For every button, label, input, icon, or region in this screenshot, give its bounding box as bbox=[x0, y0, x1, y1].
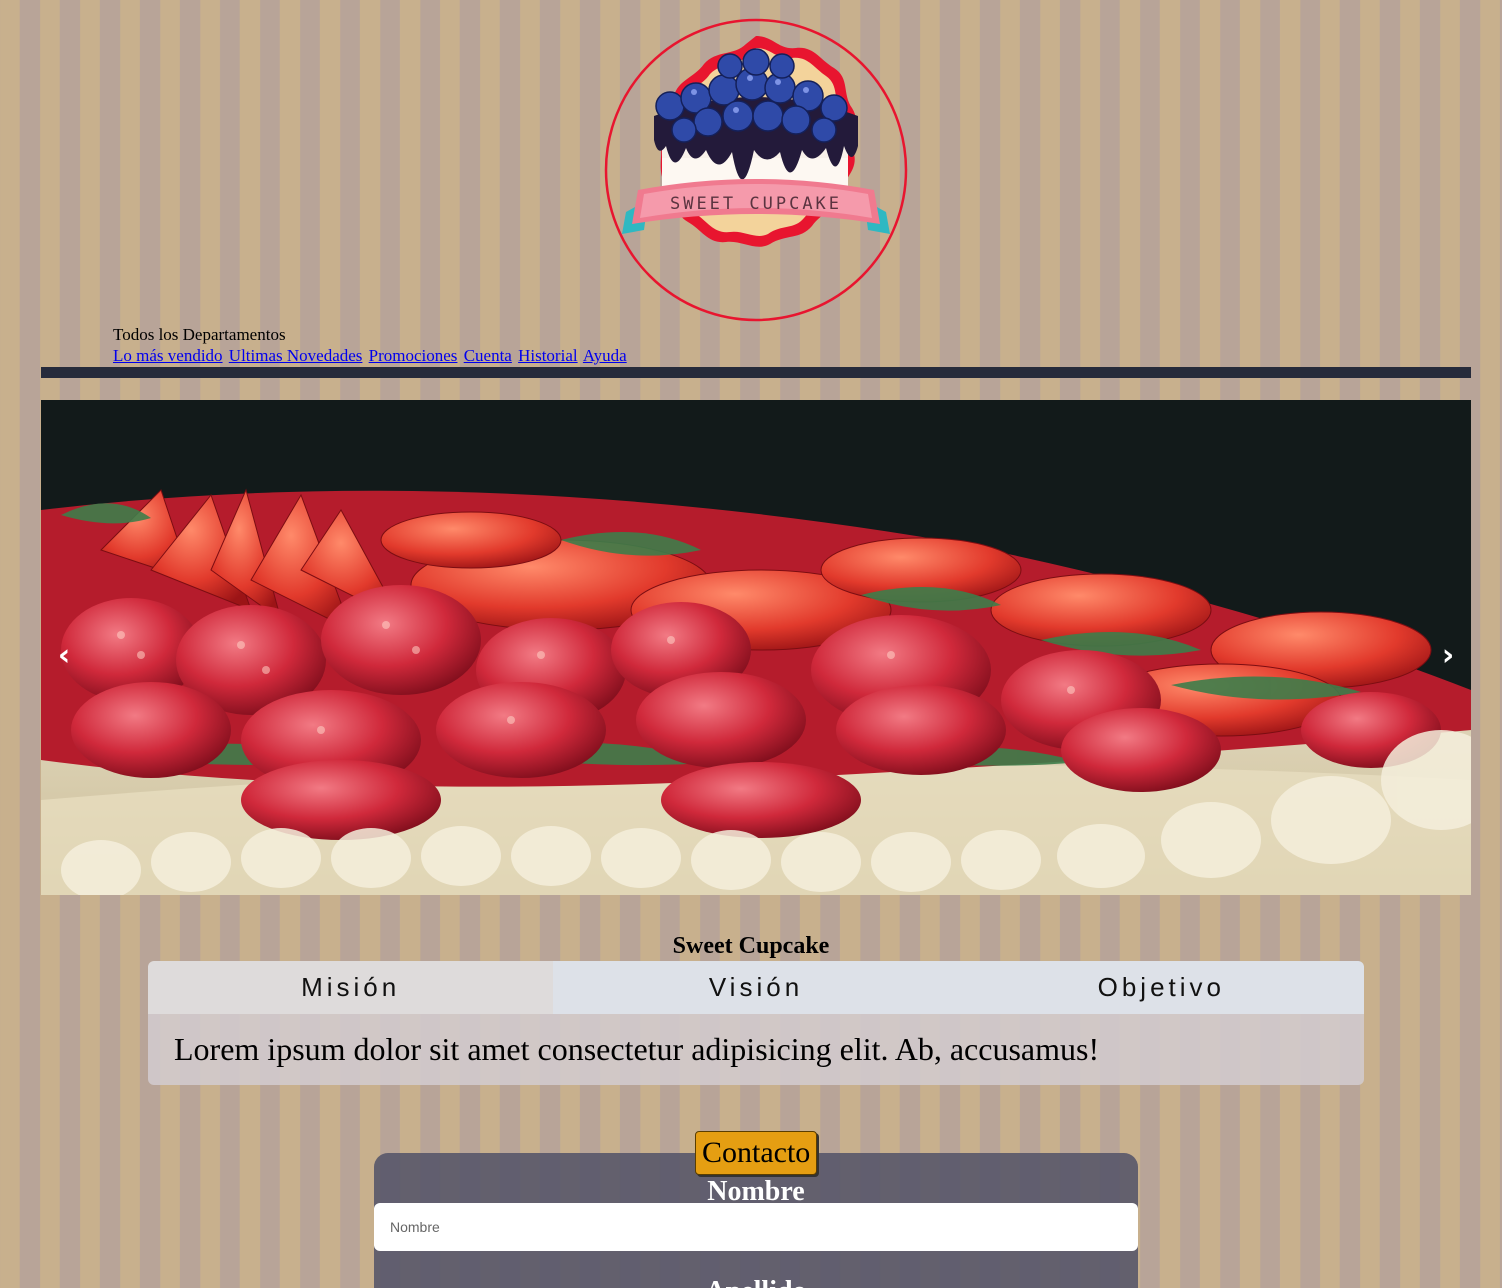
section-title: Sweet Cupcake bbox=[672, 933, 830, 959]
logo-text: SWEET CUPCAKE bbox=[670, 194, 842, 214]
hero-carousel[interactable]: ‹ › bbox=[41, 400, 1471, 895]
carousel-prev-icon[interactable]: ‹ bbox=[49, 636, 79, 676]
apellido-label: Apellido bbox=[374, 1276, 1138, 1288]
tab-panel-content: Lorem ipsum dolor sit amet consectetur a… bbox=[148, 1014, 1364, 1085]
about-tabs: Misión Visión Objetivo Lorem ipsum dolor… bbox=[148, 961, 1364, 1085]
nav-link-historial[interactable]: Historial bbox=[518, 346, 578, 365]
nav-link-mas-vendido[interactable]: Lo más vendido bbox=[113, 346, 223, 365]
departments-title: Todos los Departamentos bbox=[113, 325, 286, 344]
nav-link-cuenta[interactable]: Cuenta bbox=[464, 346, 512, 365]
nav-divider-bar bbox=[41, 367, 1471, 378]
tab-mision[interactable]: Misión bbox=[148, 961, 554, 1014]
nav-link-ayuda[interactable]: Ayuda bbox=[583, 346, 627, 365]
nav-links: Lo más vendido Ultimas Novedades Promoci… bbox=[113, 346, 629, 366]
logo[interactable]: SWEET CUPCAKE bbox=[604, 18, 908, 322]
nav-link-promociones[interactable]: Promociones bbox=[369, 346, 458, 365]
nombre-input[interactable] bbox=[374, 1203, 1138, 1251]
logo-image: SWEET CUPCAKE bbox=[604, 18, 908, 322]
tab-objetivo[interactable]: Objetivo bbox=[958, 961, 1364, 1014]
carousel-image bbox=[41, 400, 1471, 895]
tab-vision[interactable]: Visión bbox=[553, 961, 959, 1014]
tab-row: Misión Visión Objetivo bbox=[148, 961, 1364, 1014]
carousel-next-icon[interactable]: › bbox=[1433, 636, 1463, 676]
contact-button[interactable]: Contacto bbox=[695, 1131, 818, 1175]
nav-link-ultimas-novedades[interactable]: Ultimas Novedades bbox=[229, 346, 363, 365]
